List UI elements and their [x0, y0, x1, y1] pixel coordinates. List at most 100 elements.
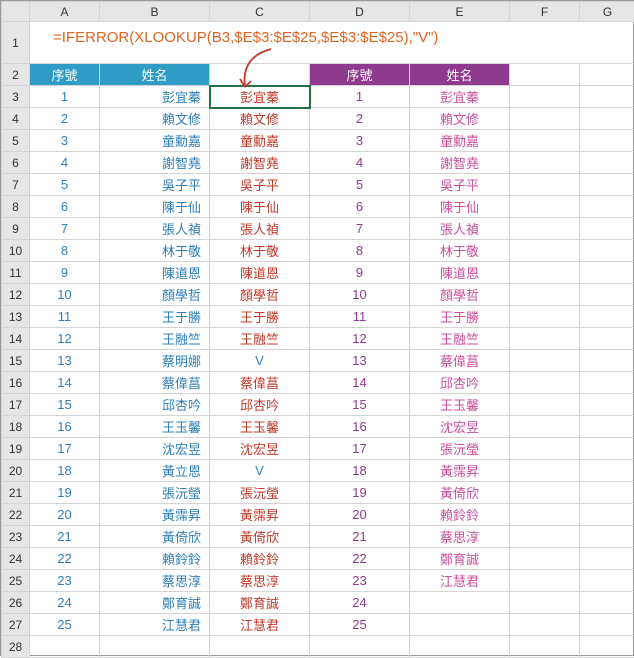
cell[interactable]	[580, 504, 634, 526]
cell[interactable]: 邱杏吟	[210, 394, 310, 416]
cell[interactable]	[410, 636, 510, 658]
cell[interactable]	[580, 372, 634, 394]
cell[interactable]	[510, 218, 580, 240]
row-header-20[interactable]: 20	[2, 460, 30, 482]
cell[interactable]	[510, 350, 580, 372]
cell[interactable]	[510, 174, 580, 196]
cell[interactable]: 王玉馨	[410, 394, 510, 416]
cell[interactable]: 15	[30, 394, 100, 416]
cell[interactable]	[580, 86, 634, 108]
cell[interactable]	[580, 438, 634, 460]
cell[interactable]: 蔡思淳	[210, 570, 310, 592]
cell[interactable]: 25	[30, 614, 100, 636]
select-all-corner[interactable]	[2, 2, 30, 22]
cell[interactable]	[510, 306, 580, 328]
cell[interactable]: 9	[30, 262, 100, 284]
cell[interactable]: 顏學哲	[410, 284, 510, 306]
header-seq-left[interactable]: 序號	[30, 64, 100, 86]
row-header-7[interactable]: 7	[2, 174, 30, 196]
cell[interactable]: 6	[310, 196, 410, 218]
cell[interactable]: 林于敬	[210, 240, 310, 262]
cell[interactable]: 20	[30, 504, 100, 526]
cell[interactable]: 蔡偉菖	[410, 350, 510, 372]
cell[interactable]: 黃霈昇	[410, 460, 510, 482]
cell[interactable]: 江慧君	[100, 614, 210, 636]
cell[interactable]: 5	[310, 174, 410, 196]
row-header-22[interactable]: 22	[2, 504, 30, 526]
cell[interactable]: 賴文修	[100, 108, 210, 130]
row-header-1[interactable]: 1	[2, 22, 30, 64]
cell[interactable]: 17	[310, 438, 410, 460]
cell[interactable]	[580, 240, 634, 262]
cell[interactable]: 陳于仙	[100, 196, 210, 218]
cell[interactable]	[310, 636, 410, 658]
cell[interactable]	[580, 592, 634, 614]
row-header-26[interactable]: 26	[2, 592, 30, 614]
row-header-3[interactable]: 3	[2, 86, 30, 108]
cell[interactable]	[580, 152, 634, 174]
cell[interactable]: 18	[30, 460, 100, 482]
header-seq-right[interactable]: 序號	[310, 64, 410, 86]
cell[interactable]: V	[210, 460, 310, 482]
cell[interactable]	[580, 218, 634, 240]
row-header-18[interactable]: 18	[2, 416, 30, 438]
cell[interactable]	[580, 614, 634, 636]
cell[interactable]	[580, 636, 634, 658]
cell[interactable]: 王于勝	[210, 306, 310, 328]
row-header-5[interactable]: 5	[2, 130, 30, 152]
cell[interactable]: 張人禎	[210, 218, 310, 240]
cell[interactable]	[210, 636, 310, 658]
cell[interactable]	[510, 196, 580, 218]
cell[interactable]: 8	[310, 240, 410, 262]
cell[interactable]: 王融竺	[210, 328, 310, 350]
cell[interactable]: 3	[30, 130, 100, 152]
cell[interactable]	[580, 394, 634, 416]
cell[interactable]: 2	[30, 108, 100, 130]
cell[interactable]: 吳子平	[100, 174, 210, 196]
cell[interactable]	[510, 394, 580, 416]
cell[interactable]	[510, 152, 580, 174]
cell[interactable]: 13	[30, 350, 100, 372]
cell[interactable]: 25	[310, 614, 410, 636]
cell[interactable]	[510, 64, 580, 86]
cell[interactable]	[510, 504, 580, 526]
cell[interactable]: 謝智堯	[100, 152, 210, 174]
cell[interactable]: 顏學哲	[210, 284, 310, 306]
cell[interactable]: 19	[30, 482, 100, 504]
header-name-right[interactable]: 姓名	[410, 64, 510, 86]
cell[interactable]: 7	[310, 218, 410, 240]
cell[interactable]: 21	[310, 526, 410, 548]
cell[interactable]: 鄭育誠	[100, 592, 210, 614]
cell[interactable]	[510, 570, 580, 592]
cell[interactable]: 12	[30, 328, 100, 350]
cell[interactable]: 黃立恩	[100, 460, 210, 482]
cell[interactable]	[580, 416, 634, 438]
col-header-E[interactable]: E	[410, 2, 510, 22]
cell[interactable]: 7	[30, 218, 100, 240]
cell[interactable]: 14	[30, 372, 100, 394]
row-header-28[interactable]: 28	[2, 636, 30, 658]
cell[interactable]: 16	[310, 416, 410, 438]
cell[interactable]: 張人禎	[410, 218, 510, 240]
cell[interactable]: 蔡偉菖	[100, 372, 210, 394]
cell[interactable]: 彭宜蓁	[100, 86, 210, 108]
cell[interactable]: 23	[30, 570, 100, 592]
cell[interactable]: 陳道恩	[210, 262, 310, 284]
cell[interactable]: 蔡明娜	[100, 350, 210, 372]
row-header-11[interactable]: 11	[2, 262, 30, 284]
cell[interactable]	[580, 130, 634, 152]
cell[interactable]: 鄭育誠	[210, 592, 310, 614]
row-header-9[interactable]: 9	[2, 218, 30, 240]
cell[interactable]: 陳于仙	[410, 196, 510, 218]
cell[interactable]: 張沅瑩	[100, 482, 210, 504]
cell[interactable]: 4	[30, 152, 100, 174]
cell[interactable]	[510, 240, 580, 262]
col-header-B[interactable]: B	[100, 2, 210, 22]
row-header-21[interactable]: 21	[2, 482, 30, 504]
row-header-14[interactable]: 14	[2, 328, 30, 350]
cell[interactable]: 5	[30, 174, 100, 196]
cell[interactable]	[100, 636, 210, 658]
cell[interactable]: 14	[310, 372, 410, 394]
col-header-C[interactable]: C	[210, 2, 310, 22]
cell[interactable]: 21	[30, 526, 100, 548]
